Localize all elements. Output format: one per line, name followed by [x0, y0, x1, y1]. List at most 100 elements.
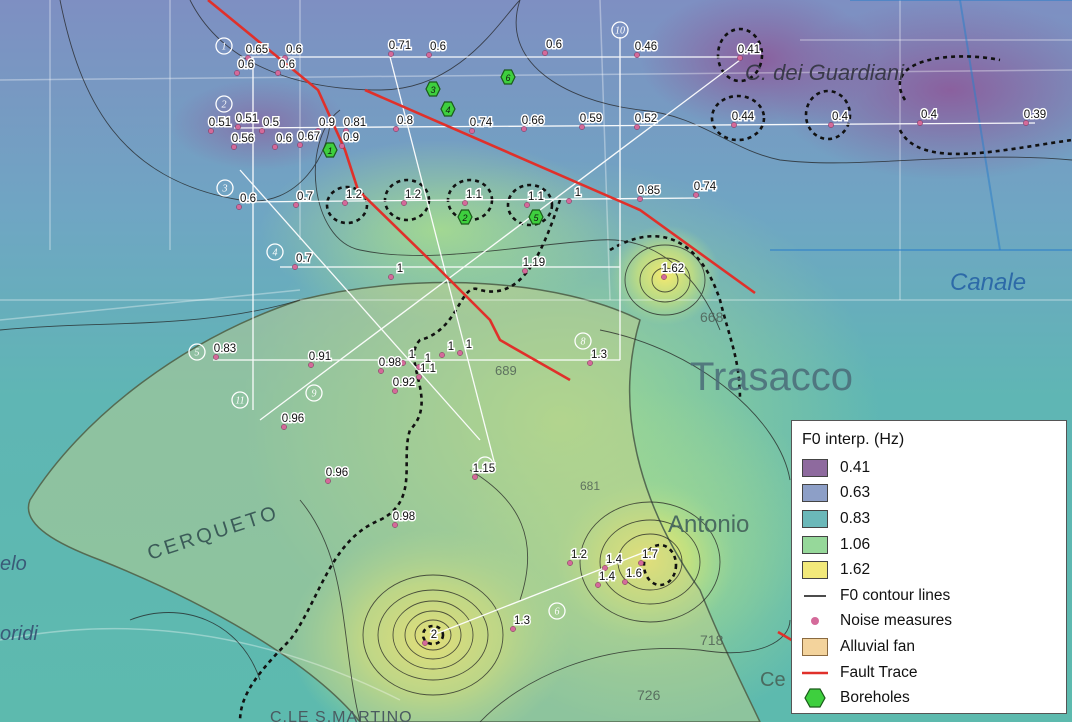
f0-value-label: 0.81 [344, 117, 366, 129]
f0-value-label: 1 [397, 263, 403, 275]
elevation-718: 718 [700, 632, 724, 648]
noise-measure-point [259, 128, 265, 134]
noise-measure-point [388, 274, 394, 280]
place-label-oridi: oridi [0, 623, 38, 645]
legend-swatch-2 [802, 484, 828, 503]
profile-number-label: 11 [235, 396, 244, 407]
f0-value-label: 0.92 [393, 377, 415, 389]
place-label-trasacco: Trasacco [690, 355, 853, 399]
legend-boreholes-label: Boreholes [840, 689, 910, 707]
noise-measure-point [567, 560, 573, 566]
legend-noise: Noise measures [802, 609, 1066, 635]
borehole-hexagon-icon: 2 [457, 209, 473, 225]
noise-measure-point [272, 144, 278, 150]
profile-number-label: 2 [222, 100, 227, 111]
borehole-label: 6 [505, 73, 510, 83]
f0-value-label: 1.15 [473, 463, 495, 475]
f0-value-label: 0.74 [470, 117, 493, 129]
noise-measure-point [339, 143, 345, 149]
f0-value-label: 0.66 [522, 115, 544, 127]
f0-value-label: 1 [575, 187, 581, 199]
f0-value-label: 0.74 [694, 181, 717, 193]
map-legend: F0 interp. (Hz) 0.41 0.63 0.83 1.06 1.62… [791, 420, 1067, 714]
noise-measure-point [275, 70, 281, 76]
place-label-ce: Ce [760, 669, 786, 691]
f0-value-label: 0.44 [732, 111, 755, 123]
noise-point-icon [802, 612, 828, 630]
noise-measure-point [378, 368, 384, 374]
f0-value-label: 1.3 [514, 615, 530, 627]
f0-value-label: 0.67 [298, 131, 320, 143]
legend-fan: Alluvial fan [802, 634, 1066, 660]
f0-value-label: 1 [409, 349, 415, 361]
f0-value-label: 0.9 [319, 117, 335, 129]
f0-value-label: 0.56 [232, 133, 254, 145]
fault-line-icon [802, 664, 828, 682]
borehole-hexagon-icon: 6 [500, 69, 516, 85]
noise-measure-point [522, 268, 528, 274]
noise-measure-point [634, 124, 640, 130]
f0-value-label: 1.62 [662, 263, 684, 275]
noise-measure-point [595, 582, 601, 588]
f0-value-label: 0.59 [580, 113, 602, 125]
place-label-martino: C.LE S.MARTINO [270, 709, 413, 722]
legend-fan-label: Alluvial fan [840, 637, 915, 655]
f0-value-label: 0.83 [214, 343, 236, 355]
f0-value-label: 0.51 [209, 117, 231, 129]
noise-measure-point [524, 202, 530, 208]
place-label-antonio: Antonio [668, 511, 749, 538]
legend-fault: Fault Trace [802, 660, 1066, 686]
f0-value-label: 1.2 [346, 189, 362, 201]
noise-measure-point [392, 388, 398, 394]
noise-measure-point [587, 360, 593, 366]
f0-value-label: 0.6 [430, 41, 446, 53]
f0-value-label: 0.6 [240, 193, 256, 205]
noise-measure-point [917, 120, 923, 126]
f0-value-label: 1.2 [405, 189, 421, 201]
noise-measure-point [510, 626, 516, 632]
profile-number-label: 3 [222, 184, 228, 195]
legend-class-label-1: 0.41 [840, 458, 871, 476]
place-label-elo: elo [0, 553, 27, 575]
f0-value-label: 0.5 [263, 117, 279, 129]
borehole-label: 4 [445, 105, 450, 115]
noise-measure-point [416, 374, 422, 380]
f0-value-label: 0.85 [638, 185, 660, 197]
f0-value-label: 0.65 [246, 44, 268, 56]
noise-measure-point [426, 52, 432, 58]
f0-value-label: 1.1 [528, 191, 544, 203]
legend-class-4: 1.06 [802, 532, 1066, 558]
legend-class-5: 1.62 [802, 557, 1066, 583]
borehole-label: 3 [430, 85, 435, 95]
legend-class-label-4: 1.06 [840, 535, 871, 553]
profile-number-label: 4 [273, 248, 278, 259]
noise-measure-point [231, 144, 237, 150]
noise-measure-point [638, 560, 644, 566]
profile-number-label: 8 [581, 337, 586, 348]
noise-measure-point [293, 202, 299, 208]
f0-value-label: 0.6 [238, 59, 254, 71]
f0-value-label: 0.52 [635, 113, 657, 125]
noise-measure-point [213, 354, 219, 360]
f0-value-label: 0.71 [389, 40, 411, 52]
noise-measure-point [472, 474, 478, 480]
borehole-label: 1 [327, 146, 332, 156]
f0-value-label: 0.91 [309, 351, 331, 363]
legend-swatch-5 [802, 561, 828, 580]
f0-value-label: 1.4 [606, 554, 623, 566]
legend-class-label-2: 0.63 [840, 484, 871, 502]
borehole-label: 2 [461, 213, 467, 223]
f0-value-label: 1.7 [642, 549, 658, 561]
noise-measure-point [637, 196, 643, 202]
noise-measure-point [661, 274, 667, 280]
f0-value-label: 0.46 [635, 41, 657, 53]
noise-measure-point [566, 198, 572, 204]
noise-measure-point [422, 640, 428, 646]
noise-measure-point [281, 424, 287, 430]
f0-value-label: 0.8 [397, 115, 413, 127]
place-label-guardiani: C. dei Guardiani [745, 60, 905, 85]
noise-measure-point [342, 200, 348, 206]
noise-measure-point [469, 128, 475, 134]
noise-measure-point [325, 478, 331, 484]
noise-measure-point [1023, 120, 1029, 126]
